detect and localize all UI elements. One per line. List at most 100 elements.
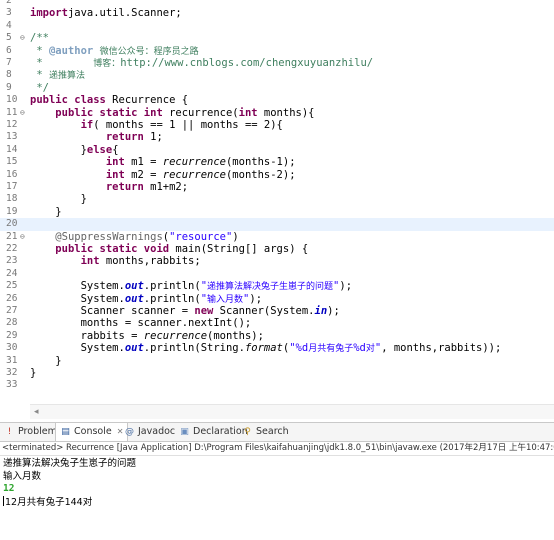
- code-line[interactable]: 12 if( months == 1 || months == 2){: [0, 119, 554, 131]
- search-icon: ⚲: [244, 426, 251, 437]
- line-number: 12: [6, 119, 18, 130]
- code-line[interactable]: 11 ⊖ public static int recurrence(int mon…: [0, 107, 554, 119]
- code-line[interactable]: 17 return m1+m2;: [0, 181, 554, 193]
- console-output[interactable]: 递推算法解决兔子生崽子的问题 输入月数 12 12月共有兔子144对: [0, 456, 554, 540]
- line-number: 31: [6, 354, 18, 366]
- code-line[interactable]: 15 int m1 = recurrence(months-1);: [0, 156, 554, 168]
- code-token: 微信公众号：程序员之路: [99, 46, 199, 57]
- console-input-line: 12: [3, 483, 14, 496]
- code-line[interactable]: 6 * @author 微信公众号：程序员之路: [0, 45, 554, 57]
- code-line[interactable]: 7 * 博客：http://www.cnblogs.com/chengxuyua…: [0, 57, 554, 69]
- code-token: recurrence: [162, 168, 226, 181]
- code-line[interactable]: 30 System.out.println(String.format("%d月…: [0, 342, 554, 354]
- code-token: */: [30, 81, 49, 94]
- code-token: rabbits =: [30, 329, 144, 342]
- code-token: months,rabbits;: [99, 255, 201, 268]
- code-token: months){: [257, 106, 315, 119]
- code-line[interactable]: 28 months = scanner.nextInt();: [0, 317, 554, 329]
- line-number: 15: [6, 156, 18, 168]
- problems-icon: !: [7, 426, 12, 437]
- code-token: public class: [30, 94, 106, 107]
- code-token: (months-2);: [225, 168, 296, 181]
- code-line[interactable]: 23 int months,rabbits;: [0, 255, 554, 267]
- fold-toggle-icon[interactable]: ⊖: [20, 107, 30, 119]
- code-line[interactable]: 26 System.out.println("输入月数");: [0, 293, 554, 305]
- code-token: Scanner: [30, 305, 132, 317]
- line-number: 30: [6, 342, 18, 354]
- code-token: System.: [30, 292, 125, 305]
- text-cursor: [3, 495, 4, 506]
- code-token: out: [124, 292, 144, 305]
- code-line[interactable]: 5 ⊖/**: [0, 32, 554, 44]
- fold-toggle-icon[interactable]: ⊖: [20, 231, 30, 243]
- console-icon: ▤: [61, 426, 70, 437]
- editor-horizontal-scrollbar[interactable]: ◂: [30, 404, 554, 419]
- code-token: out: [124, 342, 144, 355]
- code-token: (months);: [207, 329, 264, 342]
- tab-console[interactable]: ▤ Console ✕: [55, 423, 129, 441]
- code-line[interactable]: 19 }: [0, 206, 554, 218]
- code-line[interactable]: 31 }: [0, 355, 554, 367]
- code-text: public static int recurrence(int months)…: [30, 106, 315, 119]
- line-number: 25: [6, 280, 18, 292]
- tab-javadoc[interactable]: @ Javadoc: [120, 423, 179, 441]
- code-text: * 博客：http://www.cnblogs.com/chengxuyuanz…: [30, 57, 373, 70]
- code-token: );: [249, 292, 263, 305]
- code-line[interactable]: 13 return 1;: [0, 131, 554, 143]
- code-line[interactable]: 24: [0, 268, 554, 280]
- console-text: 输入月数: [3, 470, 42, 482]
- code-token: %d: [353, 342, 366, 355]
- code-line[interactable]: 3 importjava.util.Scanner;: [0, 7, 554, 19]
- code-line[interactable]: 27 Scanner scanner = new Scanner(System.…: [0, 305, 554, 317]
- code-line[interactable]: 20: [0, 218, 554, 231]
- code-line[interactable]: 2: [0, 0, 554, 7]
- code-line[interactable]: 18 }: [0, 193, 554, 205]
- code-token: main(String[] args) {: [169, 243, 309, 255]
- code-token: public static void: [55, 243, 170, 255]
- code-line[interactable]: 25 System.out.println("递推算法解决兔子生崽子的问题");: [0, 280, 554, 292]
- code-token: m1 =: [124, 156, 163, 169]
- code-line[interactable]: 22 public static void main(String[] args…: [0, 243, 554, 255]
- code-line[interactable]: 9 */: [0, 82, 554, 94]
- code-text: rabbits = recurrence(months);: [30, 330, 264, 342]
- line-number: 3: [6, 7, 12, 19]
- code-line[interactable]: 8 * 递推算法: [0, 69, 554, 81]
- javadoc-icon: @: [125, 426, 134, 437]
- code-text: */: [30, 82, 49, 94]
- line-number: 23: [6, 255, 18, 267]
- code-token: http://www.cnblogs.com/chengxuyuanzhilu/: [120, 57, 374, 69]
- code-text: * 递推算法: [30, 69, 85, 82]
- code-token: java.util.Scanner;: [67, 7, 182, 20]
- code-text: return m1+m2;: [30, 181, 188, 193]
- code-token: }: [30, 193, 87, 206]
- code-line[interactable]: 21 ⊖ @SuppressWarnings("resource"): [0, 231, 554, 243]
- code-token: int: [105, 156, 125, 169]
- code-token: (months-1);: [225, 156, 296, 169]
- scroll-left-icon[interactable]: ◂: [34, 405, 39, 419]
- code-editor[interactable]: 2 3 importjava.util.Scanner; 4 5 ⊖/** 6 * @aut…: [0, 0, 554, 404]
- code-line[interactable]: 33: [0, 379, 554, 391]
- code-text: Scanner scanner = new Scanner(System.in)…: [30, 305, 340, 317]
- code-text: months = scanner.nextInt();: [30, 317, 252, 329]
- code-token: in: [314, 305, 328, 317]
- line-number: 17: [6, 181, 18, 192]
- code-text: }else{: [30, 144, 119, 156]
- code-line[interactable]: 4: [0, 20, 554, 32]
- line-number: 20: [6, 218, 18, 230]
- code-line[interactable]: 10 public class Recurrence {: [0, 94, 554, 106]
- code-line[interactable]: 29 rabbits = recurrence(months);: [0, 330, 554, 342]
- code-line[interactable]: 14 }else{: [0, 144, 554, 156]
- code-line[interactable]: 32}: [0, 367, 554, 379]
- fold-toggle-icon[interactable]: ⊖: [20, 32, 30, 44]
- code-token: import: [30, 7, 68, 20]
- code-token: int: [80, 255, 100, 268]
- tab-search[interactable]: ⚲ Search: [238, 423, 293, 441]
- line-number: 10: [6, 94, 18, 106]
- code-line[interactable]: 16 int m2 = recurrence(months-2);: [0, 169, 554, 181]
- line-number: 22: [6, 243, 18, 254]
- tab-label: Search: [256, 426, 289, 437]
- code-text: int months,rabbits;: [30, 255, 201, 267]
- code-text: System.out.println("输入月数");: [30, 293, 262, 306]
